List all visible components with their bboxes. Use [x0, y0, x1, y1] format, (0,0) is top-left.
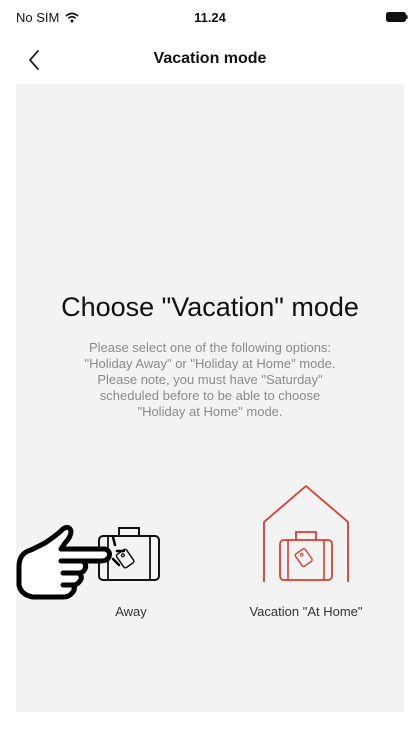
house-suitcase-icon [263, 485, 349, 582]
mode-description: Please select one of the following optio… [84, 340, 336, 419]
page-title: Vacation mode [153, 50, 267, 67]
navigation-bar: Vacation mode [0, 38, 420, 82]
status-time: 11.24 [194, 10, 226, 25]
status-bar: No SIM 11.24 [0, 0, 420, 38]
away-option-label: Away [115, 604, 147, 619]
mode-heading: Choose "Vacation" mode [61, 292, 359, 322]
vacation-at-home-option[interactable]: Vacation "At Home" [226, 484, 386, 624]
pointing-hand-icon [16, 524, 125, 600]
vacation-at-home-label: Vacation "At Home" [249, 604, 363, 619]
content-panel: Choose "Vacation" mode Please select one… [16, 84, 404, 712]
battery-icon [386, 12, 408, 22]
